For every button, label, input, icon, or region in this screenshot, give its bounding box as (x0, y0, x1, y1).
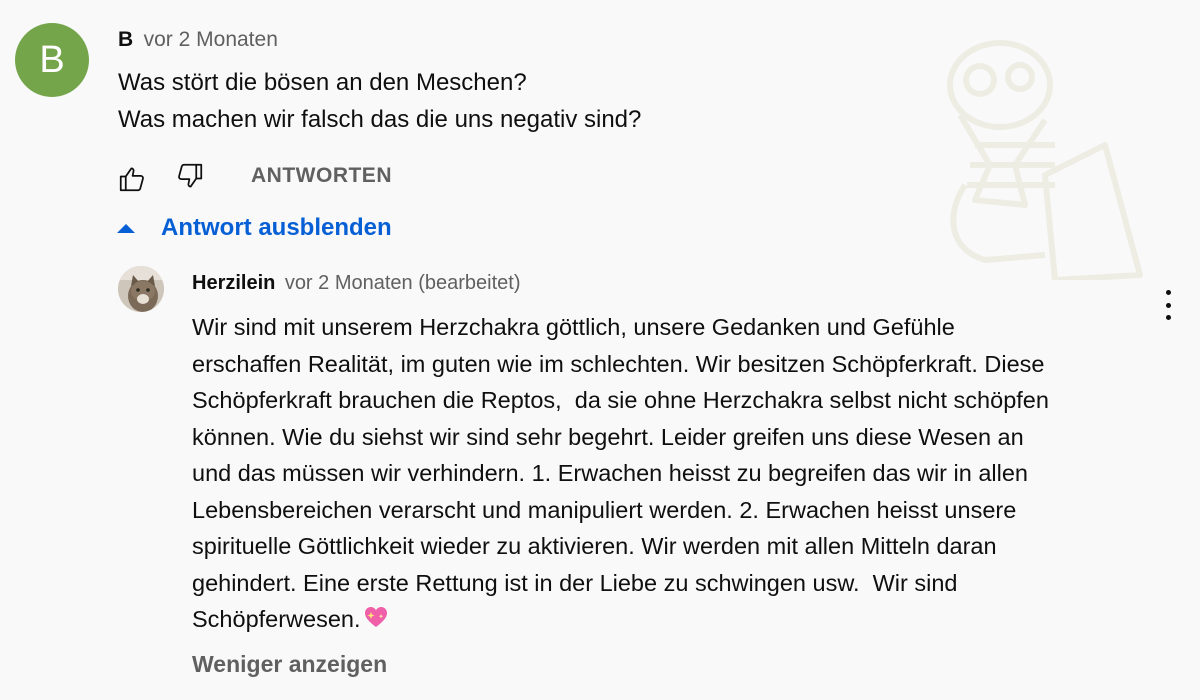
reply-line: spirituelle Göttlichkeit wieder zu aktiv… (192, 533, 997, 559)
show-less-button[interactable]: Weniger anzeigen (192, 651, 387, 678)
caret-up-icon (117, 223, 135, 233)
more-vert-icon-dot (1165, 315, 1171, 320)
reply-last-line: Schöpferwesen. (192, 601, 1049, 638)
comment-author[interactable]: B (118, 28, 133, 51)
more-vert-icon-dot (1165, 302, 1171, 308)
reply-line: und das müssen wir verhindern. 1. Erwach… (192, 460, 1028, 486)
watermark-graphic (947, 40, 1143, 280)
thumbs-up-icon (119, 167, 144, 192)
cat-photo-avatar (118, 266, 164, 312)
comment-timestamp[interactable]: vor 2 Monaten (144, 28, 278, 51)
sparkling-heart-icon (364, 607, 387, 627)
reply-line: Lebensbereichen verarscht und manipulier… (192, 496, 1017, 523)
more-vert-icon-dot (1165, 290, 1171, 295)
hide-replies-toggle[interactable]: Antwort ausblenden (114, 214, 392, 242)
avatar-letter: B (39, 38, 65, 81)
more-actions-button[interactable] (1156, 288, 1180, 322)
thumbs-down-icon (178, 163, 203, 188)
reply-author[interactable]: Herzilein (192, 272, 275, 294)
reply-line: Schöpferwesen. (192, 606, 361, 632)
reply-avatar[interactable] (118, 266, 164, 312)
like-button[interactable] (114, 161, 150, 197)
hide-replies-label: Antwort ausblenden (161, 214, 392, 241)
comment-text: Was stört die bösen an den Meschen? Was … (118, 64, 641, 138)
reply-line: können. Wie du siehst wir sind sehr bege… (192, 423, 1024, 450)
comment-header: B vor 2 Monaten (118, 28, 278, 52)
reply-timestamp[interactable]: vor 2 Monaten (bearbeitet) (285, 272, 521, 294)
comment-line: Was machen wir falsch das die uns negati… (118, 106, 642, 133)
reply-text: Wir sind mit unserem Herzchakra göttlich… (192, 309, 1049, 638)
reply-line: Wir sind mit unserem Herzchakra göttlich… (192, 314, 955, 340)
commenter-avatar[interactable]: B (15, 23, 89, 97)
dislike-button[interactable] (172, 158, 208, 194)
reply-line: erschaffen Realität, im guten wie im sch… (192, 350, 1045, 377)
reply-button[interactable]: ANTWORTEN (251, 164, 392, 188)
comment-line: Was stört die bösen an den Meschen? (118, 69, 527, 96)
reply-line: gehindert. Eine erste Rettung ist in der… (192, 569, 958, 596)
reply-line: Schöpferkraft brauchen die Reptos, da si… (192, 387, 1049, 413)
reply-header: Herzilein vor 2 Monaten (bearbeitet) (192, 272, 521, 295)
